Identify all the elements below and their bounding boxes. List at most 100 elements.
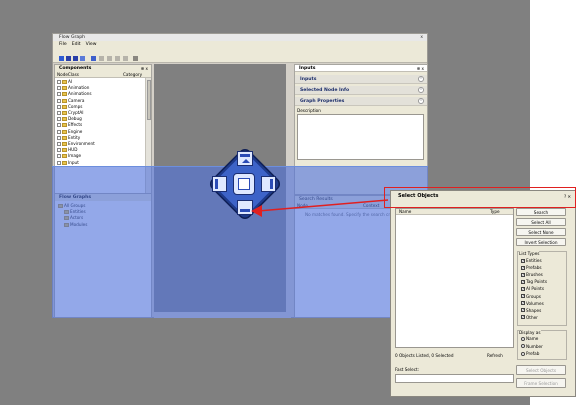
col-category[interactable]: Category [123,72,142,78]
select-all-button[interactable]: Select All [516,218,566,226]
tree-item[interactable]: Engine [57,129,82,135]
display-as-radio[interactable]: Prefab [521,351,539,356]
tree-item[interactable]: Effects [57,122,82,128]
tree-item[interactable]: HUD [57,147,77,153]
dock-right-icon[interactable] [261,176,276,192]
invert-selection-button[interactable]: Invert Selection [516,238,566,246]
components-pin-icon[interactable]: ⊕ x [141,66,148,71]
tree-item[interactable]: Image [57,153,81,159]
checkbox-icon[interactable]: ✓ [521,272,525,277]
section-inputs[interactable]: Inputs ˅ [295,75,427,84]
search-button[interactable]: Search [516,208,566,216]
tree-item[interactable]: Animations [57,91,92,97]
tree-item-label: Camera [68,97,85,103]
list-type-checkbox[interactable]: ✓ Shapes [521,308,541,313]
section-node-info-label: Selected Node Info [300,88,350,93]
menu-edit[interactable]: Edit [72,41,81,49]
scrollbar-thumb[interactable] [147,80,151,120]
list-type-checkbox[interactable]: ✓ Entities [521,258,542,263]
back-icon[interactable] [99,56,104,61]
list-type-checkbox[interactable]: ✓ Tag Points [521,279,547,284]
expand-icon[interactable] [57,135,61,140]
list-type-checkbox[interactable]: ✓ Prefabs [521,265,542,270]
stop-icon[interactable] [66,56,71,61]
section-graph-properties[interactable]: Graph Properties ˄ [295,97,427,106]
tree-item[interactable]: Input [57,160,79,166]
pause-icon[interactable] [73,56,78,61]
menu-view[interactable]: View [86,41,97,49]
expand-icon[interactable] [57,123,61,128]
list-type-checkbox[interactable]: ✓ Groups [521,294,541,299]
window-close-button[interactable]: x [420,34,423,41]
debug-icon[interactable] [91,56,96,61]
description-box[interactable] [297,114,424,160]
checkbox-icon[interactable]: ✓ [521,279,525,284]
radio-icon[interactable] [521,351,525,356]
expand-icon[interactable] [57,104,61,109]
expand-icon[interactable] [57,142,61,146]
tree-item[interactable]: AI [57,79,72,85]
tree-item-label: CryptAI [68,110,84,115]
list-type-checkbox[interactable]: ✓ Brushes [521,272,543,277]
menu-bar: File Edit View [53,41,427,49]
section-node-info[interactable]: Selected Node Info ˄ [295,86,427,95]
chevron-up-icon[interactable]: ˄ [418,87,424,93]
checkbox-icon[interactable]: ✓ [521,315,525,320]
dock-bottom-icon[interactable] [237,200,253,215]
tree-item[interactable]: Environment [57,141,95,147]
chevron-up-icon[interactable]: ˄ [418,98,424,104]
expand-icon[interactable] [57,80,61,84]
undo-icon[interactable] [115,56,120,61]
checkbox-icon[interactable]: ✓ [521,286,525,291]
frame-selection-button[interactable]: Frame Selection [516,378,566,388]
col-type[interactable]: Type [490,209,500,215]
checkbox-icon[interactable]: ✓ [521,301,525,306]
step-icon[interactable] [80,56,85,61]
expand-icon[interactable] [57,148,61,153]
expand-icon[interactable] [57,111,61,115]
col-node-class[interactable]: NodeClass [57,72,79,78]
list-type-checkbox[interactable]: ✓ AI Points [521,286,544,291]
checkbox-icon[interactable]: ✓ [521,265,525,270]
tree-item[interactable]: CryptAI [57,110,84,116]
dock-top-icon[interactable] [237,151,253,166]
options-icon[interactable] [133,56,138,61]
expand-icon[interactable] [57,160,61,165]
radio-icon[interactable] [521,336,525,341]
radio-icon[interactable] [521,344,525,348]
list-type-checkbox[interactable]: ✓ Other [521,315,538,320]
tree-item[interactable]: Debug [57,116,82,122]
expand-icon[interactable] [57,129,61,134]
select-none-button[interactable]: Select None [516,228,566,236]
tree-item[interactable]: Entity [57,135,80,141]
display-as-radio[interactable]: Name [521,336,538,341]
forward-icon[interactable] [107,56,112,61]
folder-icon [62,80,67,84]
expand-icon[interactable] [57,92,61,97]
checkbox-icon[interactable]: ✓ [521,294,525,298]
dock-center-icon[interactable] [233,173,255,195]
chevron-down-icon[interactable]: ˅ [418,76,424,82]
col-name[interactable]: Name [399,209,411,215]
play-icon[interactable] [59,56,64,61]
tree-item[interactable]: Animation [57,85,89,91]
select-objects-button[interactable]: Select Objects [516,365,566,375]
expand-icon[interactable] [57,117,61,122]
dock-left-icon[interactable] [212,176,227,192]
menu-file[interactable]: File [59,41,67,49]
expand-icon[interactable] [57,154,61,159]
expand-icon[interactable] [57,98,61,103]
object-list[interactable]: Name Type [395,208,514,348]
tree-item[interactable]: Camera [57,98,84,104]
checkbox-icon[interactable]: ✓ [521,258,525,263]
components-title: Components [55,65,151,72]
expand-icon[interactable] [57,86,61,91]
display-as-radio[interactable]: Number [521,344,543,349]
redo-icon[interactable] [123,56,128,61]
fast-select-input[interactable] [395,374,514,383]
list-type-checkbox[interactable]: ✓ Volumes [521,301,544,306]
refresh-link[interactable]: Refresh [487,353,503,358]
inputs-pin-icon[interactable]: ⊕ x [417,66,424,71]
tree-item[interactable]: Comps [57,104,82,110]
checkbox-icon[interactable]: ✓ [521,308,525,313]
